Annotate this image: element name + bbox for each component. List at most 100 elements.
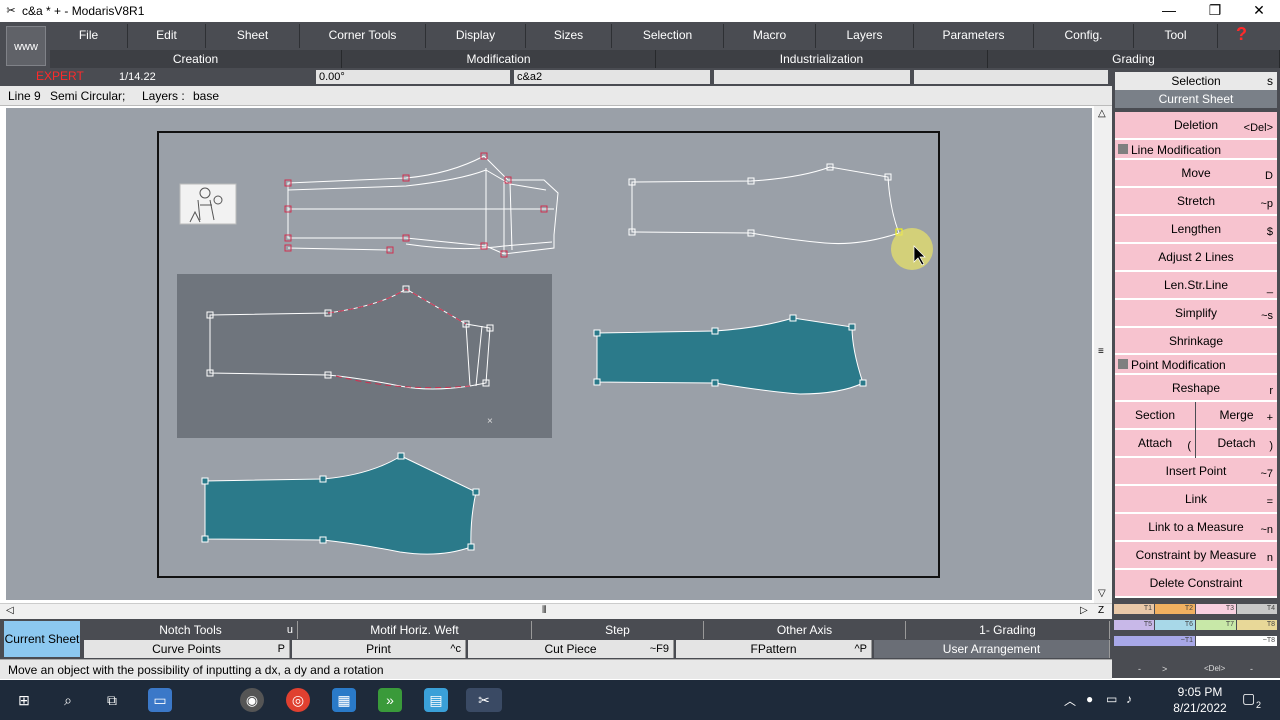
network-icon[interactable]: ▭ <box>1106 692 1117 706</box>
pattern-piece-sleeve-outline[interactable] <box>631 166 900 245</box>
chip-nav-2[interactable]: > <box>1162 664 1167 674</box>
link-button[interactable]: Link = <box>1115 486 1277 514</box>
hscroll-thumb-icon[interactable]: ⦀ <box>542 605 546 616</box>
fpattern-button[interactable]: FPattern ^P <box>676 640 872 658</box>
lengthen-button[interactable]: Lengthen $ <box>1115 216 1277 244</box>
cut-piece-button[interactable]: Cut Piece ~F9 <box>468 640 674 658</box>
scroll-down-icon[interactable]: ▽ <box>1098 588 1106 599</box>
horizontal-scrollbar[interactable]: ◁ ⦀ ▷ Z <box>0 603 1112 619</box>
microphone-icon[interactable]: ● <box>1086 692 1093 706</box>
zoom-icon[interactable]: Z <box>1098 605 1104 616</box>
green-app-icon[interactable]: » <box>378 688 402 712</box>
shrinkage-label: Shrinkage <box>1168 334 1224 348</box>
scroll-right-icon[interactable]: ▷ <box>1080 605 1088 616</box>
shrinkage-button[interactable]: Shrinkage <box>1115 328 1277 355</box>
cut-piece-key: ~F9 <box>649 643 669 655</box>
selection-header[interactable]: Selection s <box>1115 72 1277 90</box>
move-button[interactable]: Move D <box>1115 160 1277 188</box>
adjust-2-lines-button[interactable]: Adjust 2 Lines <box>1115 244 1277 272</box>
chip-nav-3[interactable]: <Del> <box>1204 664 1225 673</box>
vertical-scrollbar[interactable]: △ ≡ ▽ <box>1094 106 1112 604</box>
section-button[interactable]: Section <box>1115 402 1195 430</box>
help-icon[interactable]: ? <box>1236 24 1247 45</box>
notch-tools-button[interactable]: Notch Tools u <box>84 621 298 639</box>
chrome-icon[interactable]: ◎ <box>286 688 310 712</box>
clock-time: 9:05 PM <box>1177 685 1223 699</box>
print-key: ^c <box>450 643 461 655</box>
scroll-left-icon[interactable]: ◁ <box>6 605 14 616</box>
stretch-button[interactable]: Stretch ~p <box>1115 188 1277 216</box>
insert-point-button[interactable]: Insert Point ~7 <box>1115 458 1277 486</box>
chip-nav-1[interactable]: - <box>1138 664 1141 674</box>
current-sheet-header[interactable]: Current Sheet <box>1115 90 1277 108</box>
chip-nav-4[interactable]: - <box>1250 664 1253 674</box>
constraint-label: Constraint by Measure <box>1135 548 1257 562</box>
deletion-key: <Del> <box>1243 122 1273 134</box>
chip-t1[interactable]: T1 <box>1114 604 1154 614</box>
line-modification-header[interactable]: Line Modification <box>1115 140 1277 160</box>
clock[interactable]: 9:05 PM 8/21/2022 <box>1160 684 1240 716</box>
tray-chevron-icon[interactable]: ︿ <box>1064 692 1076 709</box>
merge-button[interactable]: Merge + <box>1196 402 1277 430</box>
link-to-measure-button[interactable]: Link to a Measure ~n <box>1115 514 1277 542</box>
chip-t2[interactable]: T2 <box>1155 604 1195 614</box>
point-mod-checkbox[interactable] <box>1118 359 1128 369</box>
print-button[interactable]: Print ^c <box>292 640 466 658</box>
other-axis-label: Other Axis <box>776 623 833 637</box>
step-button[interactable]: Step <box>532 621 704 639</box>
len-str-line-button[interactable]: Len.Str.Line _ <box>1115 272 1277 300</box>
pattern-piece-teal-2[interactable] <box>204 455 477 555</box>
point-modification-header[interactable]: Point Modification <box>1115 355 1277 375</box>
size-chips-panel: T1 T2 T3 T4 T5 T6 T7 T8 ~T1 ~T8 - > <Del… <box>1112 604 1280 678</box>
selected-piece-box[interactable] <box>177 274 552 438</box>
current-sheet-tab[interactable]: Current Sheet <box>4 621 80 657</box>
line-mod-label: Line Modification <box>1131 143 1222 157</box>
close-button[interactable]: ✕ <box>1236 0 1280 22</box>
scroll-up-icon[interactable]: △ <box>1098 108 1106 119</box>
windows-start-icon[interactable]: ⊞ <box>12 688 36 712</box>
scroll-thumb-icon[interactable]: ≡ <box>1098 346 1104 357</box>
motif-label: Motif Horiz. Weft <box>370 623 459 637</box>
reshape-button[interactable]: Reshape r <box>1115 375 1277 402</box>
fpattern-label: FPattern <box>750 642 797 656</box>
deletion-button[interactable]: Deletion <Del> <box>1115 112 1277 140</box>
detach-button[interactable]: Detach ) <box>1196 430 1277 458</box>
chip-t7[interactable]: T7 <box>1196 620 1236 630</box>
pattern-canvas[interactable]: × <box>0 0 1112 604</box>
chip-t4[interactable]: T4 <box>1237 604 1277 614</box>
chip-range-1[interactable]: ~T1 <box>1114 636 1195 646</box>
notification-icon[interactable]: ▢ <box>1242 690 1255 707</box>
minimize-button[interactable]: — <box>1146 0 1192 22</box>
motif-horiz-weft-button[interactable]: Motif Horiz. Weft <box>298 621 532 639</box>
task-view-icon[interactable]: ⧉ <box>100 688 124 712</box>
line-mod-checkbox[interactable] <box>1118 144 1128 154</box>
folder-app-icon[interactable]: ▭ <box>148 688 172 712</box>
curve-points-label: Curve Points <box>152 642 221 656</box>
simplify-button[interactable]: Simplify ~s <box>1115 300 1277 328</box>
store-app-icon[interactable]: ▤ <box>424 688 448 712</box>
reshape-label: Reshape <box>1171 381 1221 395</box>
constraint-by-measure-button[interactable]: Constraint by Measure n <box>1115 542 1277 570</box>
pattern-piece-front-outline[interactable] <box>287 155 559 255</box>
delete-constraint-button[interactable]: Delete Constraint <box>1115 570 1277 598</box>
curve-points-key: P <box>277 643 285 655</box>
menu-tool[interactable]: Tool <box>1134 24 1218 48</box>
calculator-icon[interactable]: ▦ <box>332 688 356 712</box>
chip-t3[interactable]: T3 <box>1196 604 1236 614</box>
volume-icon[interactable]: ♪ <box>1126 692 1132 706</box>
chip-t5[interactable]: T5 <box>1114 620 1154 630</box>
chip-t6[interactable]: T6 <box>1155 620 1195 630</box>
pattern-piece-teal-1[interactable] <box>596 317 864 395</box>
other-axis-button[interactable]: Other Axis <box>704 621 906 639</box>
chip-t8[interactable]: T8 <box>1237 620 1277 630</box>
modaris-app-icon[interactable]: ✂ <box>466 688 502 712</box>
maximize-button[interactable]: ❐ <box>1192 0 1238 22</box>
curve-points-button[interactable]: Curve Points P <box>84 640 290 658</box>
chip-range-2[interactable]: ~T8 <box>1196 636 1277 646</box>
media-app-icon[interactable]: ◉ <box>240 688 264 712</box>
search-icon[interactable]: ⌕ <box>56 688 80 712</box>
grading-select[interactable]: 1- Grading <box>906 621 1110 639</box>
user-arrangement-button[interactable]: User Arrangement <box>874 640 1110 658</box>
attach-button[interactable]: Attach ( <box>1115 430 1195 458</box>
lengthen-key: $ <box>1266 226 1273 238</box>
